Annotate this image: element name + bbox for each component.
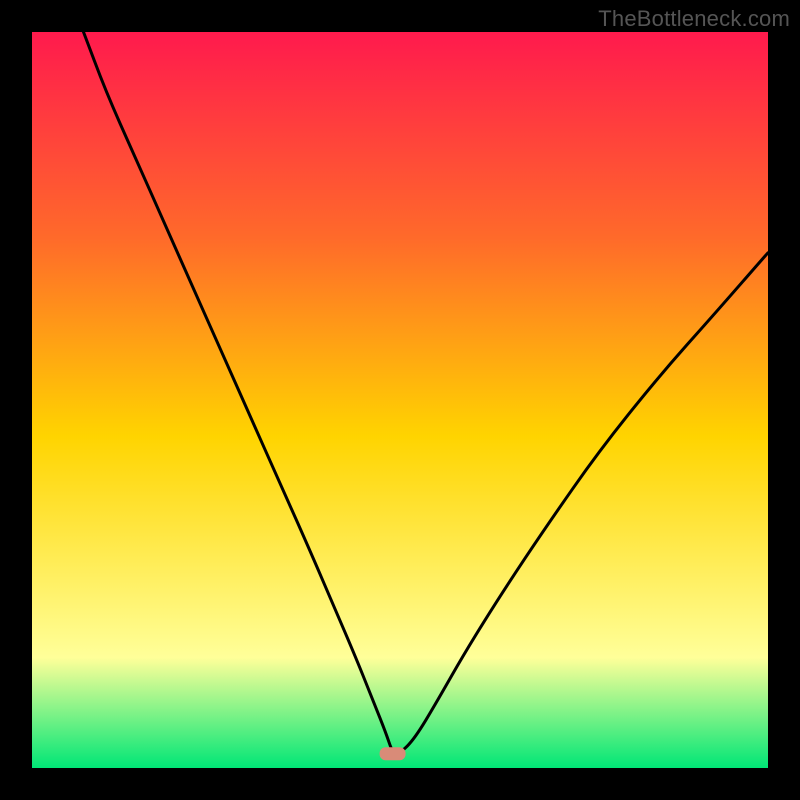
plot-svg [32, 32, 768, 768]
chart-frame: TheBottleneck.com [0, 0, 800, 800]
watermark-text: TheBottleneck.com [598, 6, 790, 32]
minimum-marker [380, 747, 406, 760]
gradient-background [32, 32, 768, 768]
plot-area [32, 32, 768, 768]
